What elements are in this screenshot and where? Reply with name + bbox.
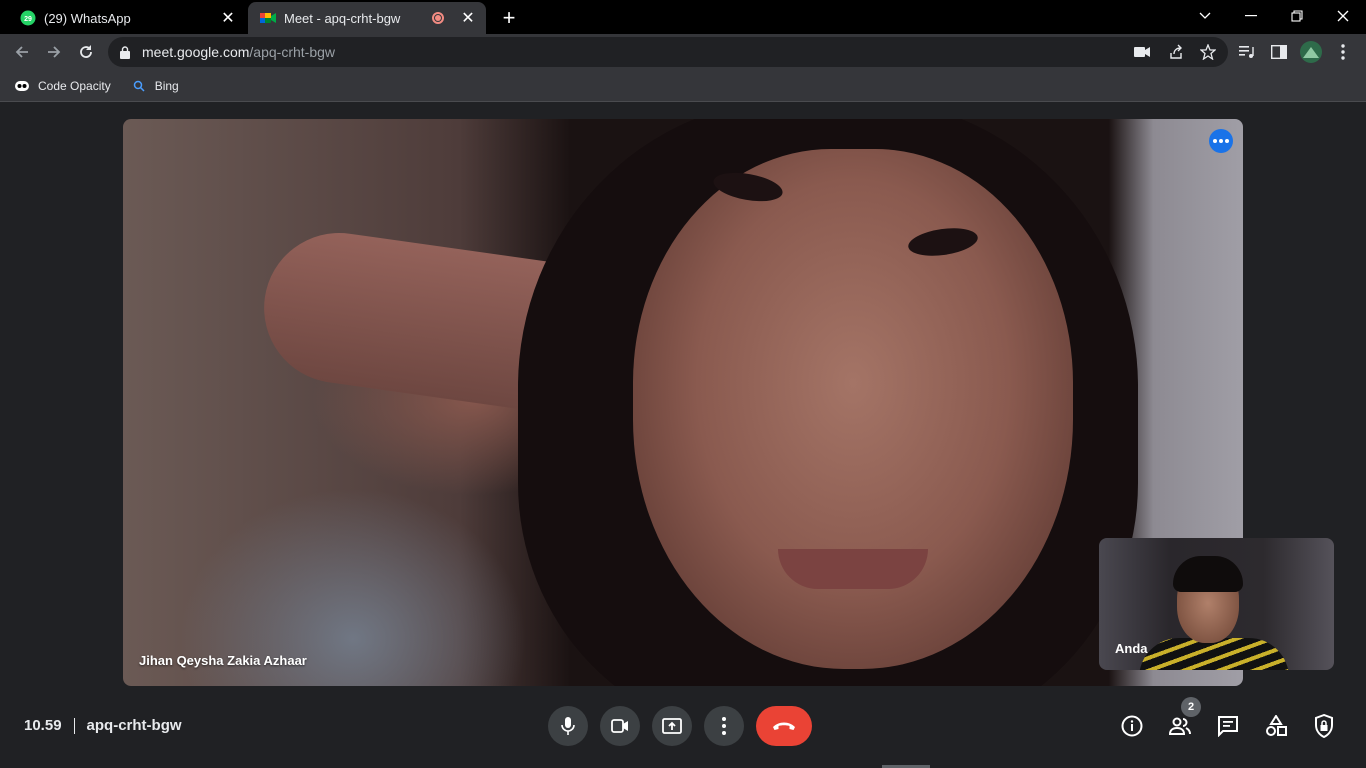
info-icon <box>1121 715 1143 737</box>
meeting-info: 10.59 apq-crht-bgw <box>24 717 182 734</box>
present-screen-icon <box>662 718 682 734</box>
browser-menu-icon[interactable] <box>1330 39 1356 65</box>
lock-icon[interactable] <box>120 45 132 59</box>
address-bar[interactable]: meet.google.com/apq-crht-bgw <box>108 37 1228 67</box>
url-text: meet.google.com/apq-crht-bgw <box>142 44 335 60</box>
close-window-button[interactable] <box>1320 0 1366 32</box>
video-frame <box>778 549 928 589</box>
present-screen-button[interactable] <box>652 706 692 746</box>
hang-up-icon <box>773 722 795 730</box>
media-control-icon[interactable] <box>1234 39 1260 65</box>
mask-icon <box>14 78 30 94</box>
close-tab-icon[interactable]: ✕ <box>216 6 240 30</box>
video-frame <box>1173 556 1243 592</box>
participant-name: Jihan Qeysha Zakia Azhaar <box>139 653 307 668</box>
svg-text:29: 29 <box>24 16 32 23</box>
close-tab-icon[interactable]: ✕ <box>456 6 480 30</box>
video-camera-icon <box>611 719 628 733</box>
forward-button[interactable] <box>40 38 68 66</box>
more-vert-icon <box>722 717 726 735</box>
self-video-tile[interactable]: Anda <box>1099 538 1334 670</box>
meeting-code: apq-crht-bgw <box>86 717 182 734</box>
tile-more-options-button[interactable] <box>1209 129 1233 153</box>
recording-indicator-icon <box>432 12 444 24</box>
search-icon <box>131 78 147 94</box>
back-button[interactable] <box>8 38 36 66</box>
leave-call-button[interactable] <box>756 706 812 746</box>
people-icon <box>1168 717 1191 735</box>
activities-shapes-icon <box>1266 715 1287 736</box>
bookmark-label: Bing <box>154 78 179 93</box>
minimize-button[interactable] <box>1228 0 1274 32</box>
camera-in-use-icon[interactable] <box>1132 42 1152 62</box>
video-frame <box>633 149 1073 669</box>
meeting-stage: Jihan Qeysha Zakia Azhaar Anda <box>0 103 1366 768</box>
self-name-label: Anda <box>1115 641 1148 656</box>
side-panel-icon[interactable] <box>1266 39 1292 65</box>
chat-icon <box>1218 716 1238 737</box>
camera-button[interactable] <box>600 706 640 746</box>
tab-whatsapp[interactable]: 29 (29) WhatsApp ✕ <box>8 2 246 34</box>
chat-button[interactable] <box>1214 712 1242 740</box>
browser-toolbar: meet.google.com/apq-crht-bgw <box>0 34 1366 70</box>
tab-search-icon[interactable] <box>1182 0 1228 32</box>
reload-button[interactable] <box>72 38 100 66</box>
microphone-icon <box>561 717 575 735</box>
bookmark-label: Code Opacity <box>38 78 111 93</box>
new-tab-button[interactable]: + <box>496 5 522 31</box>
tab-meet[interactable]: Meet - apq-crht-bgw ✕ <box>248 2 486 34</box>
main-video-tile[interactable]: Jihan Qeysha Zakia Azhaar <box>123 119 1243 686</box>
meeting-time: 10.59 <box>24 717 62 734</box>
bookmark-star-icon[interactable] <box>1198 42 1218 62</box>
restore-button[interactable] <box>1274 0 1320 32</box>
tab-title: (29) WhatsApp <box>44 10 131 26</box>
activities-button[interactable] <box>1262 712 1290 740</box>
whatsapp-icon: 29 <box>20 10 36 26</box>
people-button[interactable] <box>1166 712 1194 740</box>
google-meet-icon <box>260 10 276 26</box>
bookmark-bing[interactable]: Bing <box>131 78 179 94</box>
tab-title: Meet - apq-crht-bgw <box>284 10 401 26</box>
microphone-button[interactable] <box>548 706 588 746</box>
meeting-details-button[interactable] <box>1118 712 1146 740</box>
meeting-controls-bar: 10.59 apq-crht-bgw 2 <box>0 690 1366 762</box>
tab-strip: 29 (29) WhatsApp ✕ Meet - apq-crht-bgw ✕… <box>0 0 1366 34</box>
more-options-button[interactable] <box>704 706 744 746</box>
profile-avatar[interactable] <box>1298 39 1324 65</box>
host-controls-button[interactable] <box>1310 712 1338 740</box>
share-icon[interactable] <box>1166 42 1186 62</box>
bookmarks-bar: Code Opacity Bing <box>0 70 1366 102</box>
shield-lock-icon <box>1315 714 1333 738</box>
bookmark-code-opacity[interactable]: Code Opacity <box>14 78 111 94</box>
